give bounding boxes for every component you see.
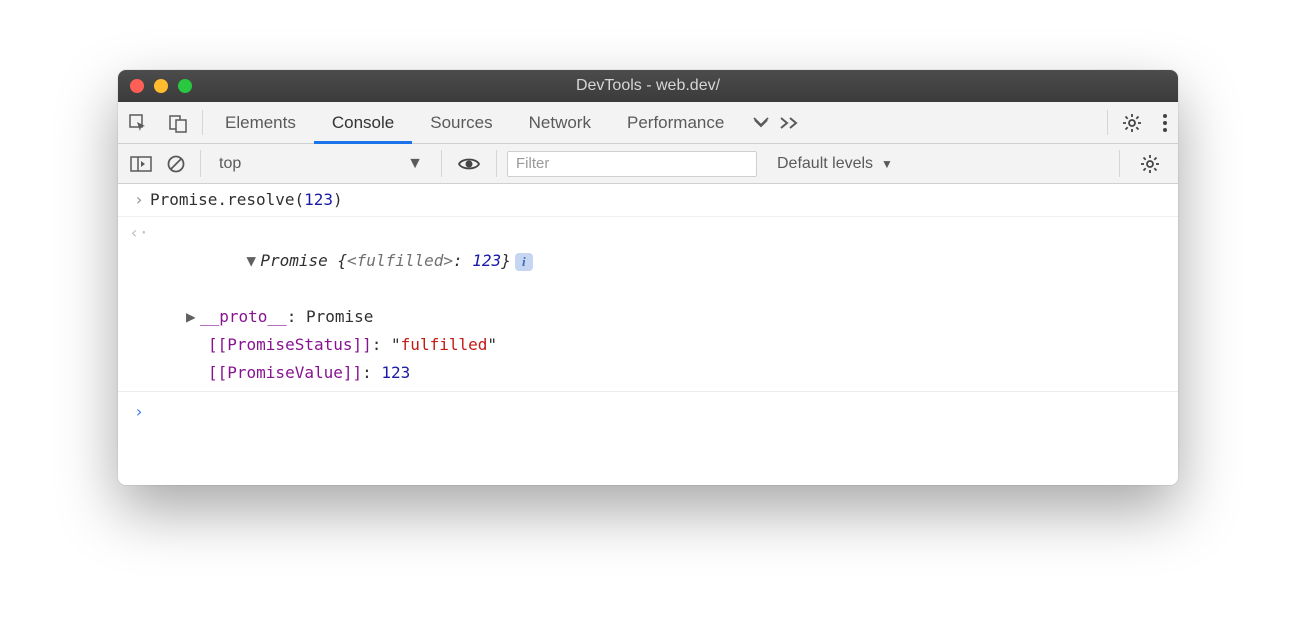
tab-network[interactable]: Network (511, 102, 609, 143)
tab-sources[interactable]: Sources (412, 102, 510, 143)
promise-status-row: [[PromiseStatus]]: "fulfilled" (128, 331, 1168, 359)
console-prompt[interactable]: › (118, 392, 1178, 428)
tab-console[interactable]: Console (314, 102, 412, 143)
tab-bar: Elements Console Sources Network Perform… (118, 102, 1178, 144)
expand-toggle-icon[interactable]: ▼ (246, 247, 260, 275)
devtools-window: DevTools - web.dev/ Elements Console Sou… (118, 70, 1178, 485)
tab-elements[interactable]: Elements (207, 102, 314, 143)
filter-input[interactable] (507, 151, 757, 177)
tab-label: Console (332, 113, 394, 133)
console-body: › Promise.resolve(123) ‹· ▼Promise {<ful… (118, 184, 1178, 485)
zoom-window-button[interactable] (178, 79, 192, 93)
proto-row[interactable]: ▶__proto__: Promise (128, 303, 1168, 331)
input-marker-icon: › (128, 186, 150, 214)
separator (200, 150, 201, 177)
separator (1107, 110, 1108, 135)
tab-label: Sources (430, 113, 492, 133)
console-input-echo: › Promise.resolve(123) (118, 184, 1178, 217)
chevron-down-icon: ▼ (881, 157, 893, 171)
minimize-window-button[interactable] (154, 79, 168, 93)
output-marker-icon: ‹· (128, 219, 150, 303)
console-toolbar: top ▼ Default levels ▼ (118, 144, 1178, 184)
separator (1119, 150, 1120, 177)
show-console-sidebar-button[interactable] (126, 155, 156, 173)
context-label: top (219, 155, 241, 173)
separator (441, 150, 442, 177)
code-line: Promise.resolve(123) (150, 186, 343, 214)
chevron-down-icon: ▼ (407, 155, 423, 173)
device-toggle-button[interactable] (158, 102, 198, 143)
live-expression-button[interactable] (452, 156, 486, 172)
kebab-menu-button[interactable] (1152, 102, 1178, 143)
settings-button[interactable] (1112, 102, 1152, 143)
window-title: DevTools - web.dev/ (118, 77, 1178, 95)
levels-label: Default levels (777, 155, 873, 173)
expand-toggle-icon[interactable]: ▶ (186, 303, 200, 331)
tab-label: Performance (627, 113, 724, 133)
console-output-row: ‹· ▼Promise {<fulfilled>: 123}i ▶__proto… (118, 217, 1178, 392)
prompt-marker-icon: › (128, 398, 150, 426)
console-input[interactable] (150, 398, 160, 426)
tab-label: Network (529, 113, 591, 133)
execution-context-select[interactable]: top ▼ (211, 155, 431, 173)
separator (496, 150, 497, 177)
tab-performance[interactable]: Performance (609, 102, 742, 143)
log-levels-select[interactable]: Default levels ▼ (763, 155, 907, 173)
tab-label: Elements (225, 113, 296, 133)
separator (202, 110, 203, 135)
close-window-button[interactable] (130, 79, 144, 93)
window-controls (130, 79, 192, 93)
titlebar: DevTools - web.dev/ (118, 70, 1178, 102)
clear-console-button[interactable] (162, 154, 190, 174)
overflow-chevrons-icon[interactable] (770, 102, 812, 143)
console-settings-button[interactable] (1130, 154, 1170, 174)
inspect-element-button[interactable] (118, 102, 158, 143)
promise-value-row: [[PromiseValue]]: 123 (128, 359, 1168, 387)
info-icon[interactable]: i (515, 253, 533, 271)
object-summary[interactable]: ▼Promise {<fulfilled>: 123}i (150, 219, 533, 303)
